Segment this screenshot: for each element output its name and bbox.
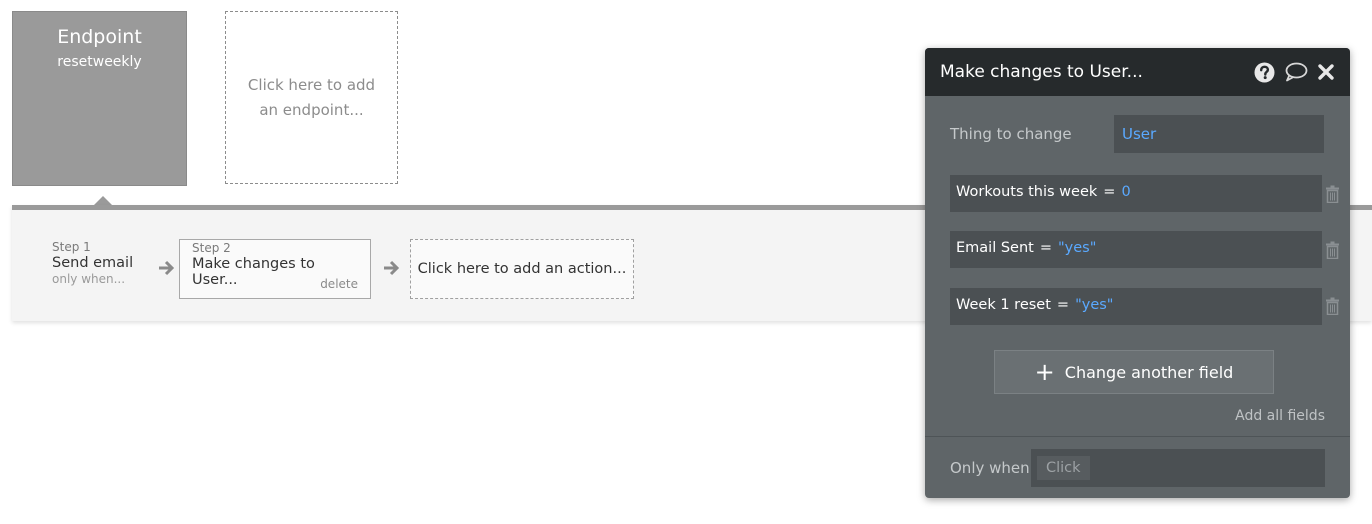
close-icon[interactable] — [1317, 63, 1335, 81]
field-value[interactable]: 0 — [1121, 184, 1130, 200]
thing-to-change-input[interactable]: User — [1114, 115, 1324, 153]
field-row[interactable]: Workouts this week = 0 — [950, 175, 1322, 212]
change-another-field-label: Change another field — [1064, 362, 1234, 382]
field-value[interactable]: "yes" — [1058, 240, 1096, 256]
endpoint-name: resetweekly — [57, 54, 142, 70]
trash-icon[interactable] — [1325, 185, 1340, 203]
step-2-delete-link[interactable]: delete — [320, 277, 358, 291]
field-name: Email Sent — [956, 240, 1034, 256]
trash-icon[interactable] — [1325, 241, 1340, 259]
add-all-fields-link[interactable]: Add all fields — [1235, 408, 1325, 424]
endpoint-title: Endpoint — [57, 26, 142, 48]
arrow-right-icon — [384, 260, 400, 276]
panel-title: Make changes to User... — [940, 62, 1143, 82]
add-action-label: Click here to add an action... — [417, 261, 627, 277]
step-1-title: Send email — [52, 255, 134, 271]
only-when-input[interactable]: Click — [1031, 449, 1325, 487]
action-property-panel: Make changes to User... Thing to change … — [925, 48, 1350, 498]
step-1-only-when[interactable]: only when... — [52, 272, 133, 286]
step-2[interactable]: Step 2 Make changes to User... delete — [179, 239, 371, 299]
step-1[interactable]: Step 1 Send email only when... — [52, 240, 133, 286]
only-when-label: Only when — [950, 459, 1030, 477]
add-endpoint-card[interactable]: Click here to add an endpoint... — [225, 11, 398, 184]
panel-header: Make changes to User... — [925, 48, 1350, 96]
panel-divider — [925, 436, 1350, 437]
change-another-field-button[interactable]: + Change another field — [994, 350, 1274, 394]
step-1-label: Step 1 — [52, 240, 91, 254]
field-name: Workouts this week — [956, 184, 1098, 200]
help-icon[interactable] — [1254, 62, 1275, 83]
add-action-button[interactable]: Click here to add an action... — [410, 239, 634, 299]
trash-icon[interactable] — [1325, 297, 1340, 315]
add-endpoint-label: Click here to add an endpoint... — [247, 75, 376, 119]
field-row[interactable]: Week 1 reset = "yes" — [950, 288, 1322, 325]
thing-to-change-label: Thing to change — [950, 125, 1072, 143]
endpoint-card[interactable]: Endpoint resetweekly — [12, 11, 187, 186]
step-2-label: Step 2 — [192, 241, 231, 255]
field-name: Week 1 reset — [956, 297, 1051, 313]
field-equals: = — [1039, 240, 1052, 256]
only-when-click-placeholder[interactable]: Click — [1037, 456, 1090, 480]
thing-to-change-row: Thing to change User — [950, 115, 1325, 153]
field-equals: = — [1056, 297, 1070, 313]
plus-icon: + — [1034, 358, 1055, 386]
comment-icon[interactable] — [1284, 62, 1308, 82]
field-row[interactable]: Email Sent = "yes" — [950, 231, 1322, 268]
arrow-right-icon — [159, 260, 175, 276]
field-equals: = — [1103, 184, 1116, 200]
field-value[interactable]: "yes" — [1075, 297, 1113, 313]
